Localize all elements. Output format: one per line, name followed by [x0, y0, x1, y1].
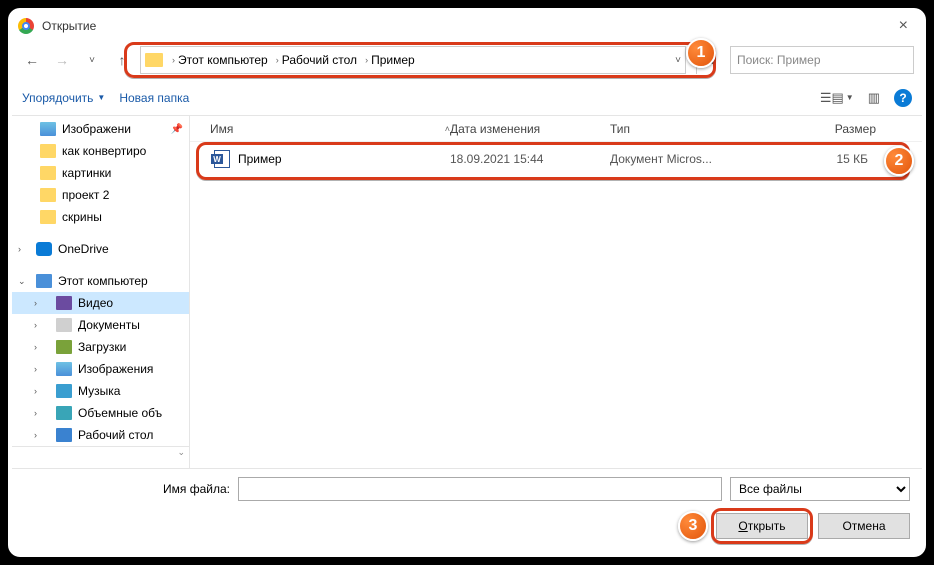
up-button[interactable]: ↑	[110, 48, 134, 72]
crumb-1[interactable]: Рабочий стол	[282, 53, 357, 67]
col-size: Размер	[760, 122, 906, 136]
filename-input[interactable]	[238, 477, 722, 501]
forward-button: →	[50, 48, 74, 72]
col-type: Тип	[610, 122, 760, 136]
pc-icon	[36, 274, 52, 288]
file-name: Пример	[238, 152, 282, 166]
word-icon	[214, 150, 230, 168]
preview-pane-button[interactable]: ▥	[868, 90, 880, 106]
sidebar-item-onedrive[interactable]: ›OneDrive	[12, 238, 189, 260]
sidebar-item-pc[interactable]: ⌄Этот компьютер	[12, 270, 189, 292]
breadcrumb-dropdown-icon[interactable]: ˅	[675, 55, 681, 66]
help-icon[interactable]: ?	[894, 89, 912, 107]
chrome-icon	[18, 18, 34, 34]
organize-button[interactable]: Упорядочить ▼	[22, 91, 105, 105]
file-date: 18.09.2021 15:44	[450, 152, 610, 166]
file-row[interactable]: Пример 18.09.2021 15:44 Документ Micros.…	[198, 146, 914, 172]
view-mode-button[interactable]: ☰▤ ▼	[820, 90, 854, 106]
sidebar-item-pictures[interactable]: ›Изображения	[12, 358, 189, 380]
sidebar-item-folder[interactable]: проект 2	[12, 184, 189, 206]
sidebar-scroll-indicator[interactable]: ⌄	[12, 446, 189, 460]
nav-row: ← → ˅ ↑ ›Этот компьютер ›Рабочий стол ›П…	[12, 40, 922, 80]
search-placeholder: Поиск: Пример	[737, 53, 821, 67]
filename-label: Имя файла:	[24, 482, 230, 496]
refresh-button[interactable]: ↻	[696, 46, 724, 74]
file-size: 15 КБ	[760, 152, 898, 166]
titlebar: Открытие ×	[12, 12, 922, 40]
pin-icon: 📌	[171, 124, 183, 135]
window-title: Открытие	[42, 19, 96, 33]
file-area: Имя˄ Дата изменения Тип Размер Пример 18…	[190, 116, 922, 468]
sidebar-item-folder[interactable]: картинки	[12, 162, 189, 184]
sidebar-item-desktop[interactable]: ›Рабочий стол	[12, 424, 189, 446]
crumb-0[interactable]: Этот компьютер	[178, 53, 268, 67]
sidebar: Изображени📌 как конвертиро картинки прое…	[12, 116, 190, 468]
file-type: Документ Micros...	[610, 152, 760, 166]
col-date: Дата изменения	[450, 122, 610, 136]
sidebar-item-images[interactable]: Изображени📌	[12, 118, 189, 140]
sidebar-item-downloads[interactable]: ›Загрузки	[12, 336, 189, 358]
col-name: Имя	[210, 122, 233, 136]
sidebar-item-video[interactable]: ›Видео	[12, 292, 189, 314]
folder-icon	[145, 53, 163, 67]
back-button[interactable]: ←	[20, 48, 44, 72]
sidebar-item-documents[interactable]: ›Документы	[12, 314, 189, 336]
badge-3: 3	[678, 511, 708, 541]
search-input[interactable]: Поиск: Пример	[730, 46, 914, 74]
toolbar: Упорядочить ▼ Новая папка ☰▤ ▼ ▥ ?	[12, 80, 922, 116]
sidebar-item-music[interactable]: ›Музыка	[12, 380, 189, 402]
close-icon[interactable]: ×	[891, 17, 916, 35]
crumb-2[interactable]: Пример	[371, 53, 415, 67]
onedrive-icon	[36, 242, 52, 256]
footer: Имя файла: Все файлы 3 Открыть Отмена	[12, 468, 922, 553]
sidebar-item-3dobjects[interactable]: ›Объемные объ	[12, 402, 189, 424]
open-button[interactable]: Открыть	[716, 513, 808, 539]
breadcrumb[interactable]: ›Этот компьютер ›Рабочий стол ›Пример ˅	[140, 46, 686, 74]
history-dropdown[interactable]: ˅	[80, 48, 104, 72]
file-list: Пример 18.09.2021 15:44 Документ Micros.…	[190, 142, 922, 468]
cancel-button[interactable]: Отмена	[818, 513, 910, 539]
sidebar-item-folder[interactable]: скрины	[12, 206, 189, 228]
sidebar-item-folder[interactable]: как конвертиро	[12, 140, 189, 162]
filetype-select[interactable]: Все файлы	[730, 477, 910, 501]
new-folder-button[interactable]: Новая папка	[119, 91, 189, 105]
column-headers[interactable]: Имя˄ Дата изменения Тип Размер	[190, 116, 922, 142]
